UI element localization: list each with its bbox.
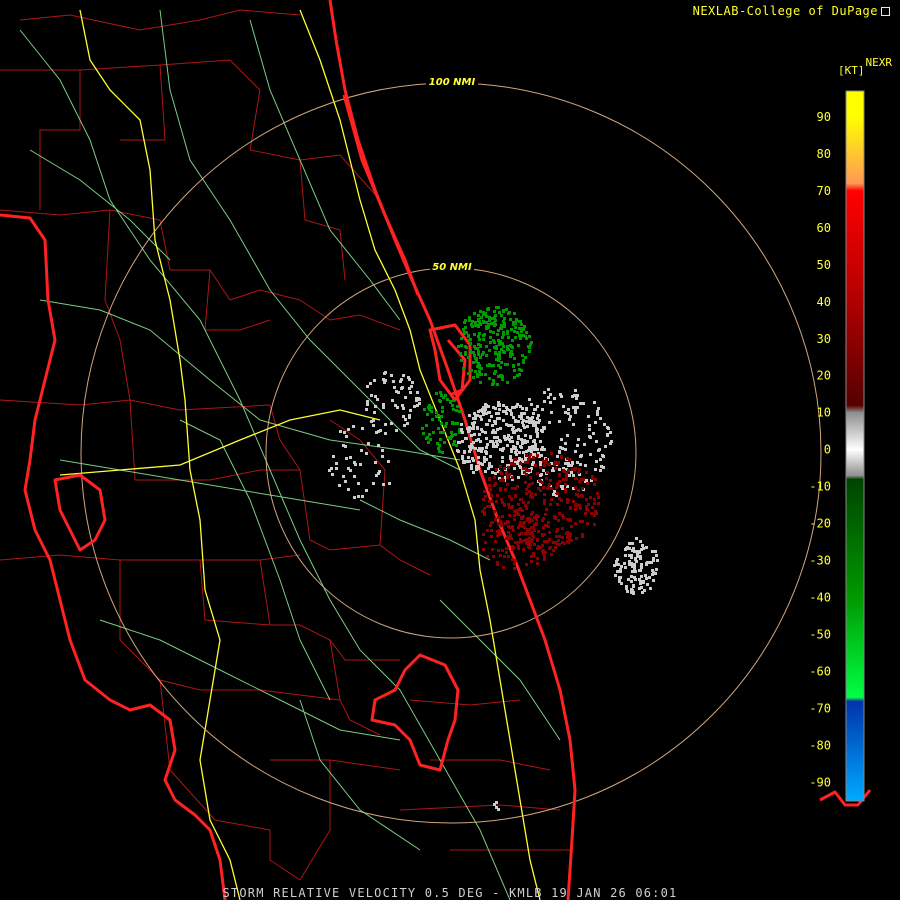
colorbar-tick-label: 70 [817,184,831,198]
ring-50nmi-label: 50 NMI [432,262,472,273]
colorbar-tick-label: -30 [809,554,831,568]
interstate-lines [59,9,541,900]
colorbar-tick-label: 50 [817,258,831,272]
coastline [0,0,872,900]
colorbar-tick-label: 10 [817,406,831,420]
county-lines [0,9,570,881]
external-link-icon [881,7,890,16]
near-zero-returns [493,801,500,811]
ring-100nmi [80,82,822,824]
colorbar-scale [845,90,865,802]
colorbar-tick-label: 90 [817,110,831,124]
near-zero-returns [613,537,659,595]
range-rings [80,82,822,824]
colorbar-tick-label: -10 [809,480,831,494]
radar-map: 100 NMI 50 NMI [0,0,872,900]
credit-label[interactable]: NEXLAB-College of DuPage [693,4,890,18]
unit-label: [KT] [838,64,865,77]
colorbar-tick-label: 60 [817,221,831,235]
inbound-returns [457,306,533,386]
colorbar-tick-label: 20 [817,369,831,383]
colorbar-tick-label: -70 [809,702,831,716]
credit-text: NEXLAB-College of DuPage [692,4,878,18]
product-label: NEXR [865,56,893,69]
colorbar-tick-label: 0 [824,443,831,457]
radar-returns [328,306,659,811]
colorbar-tick-label: -90 [809,776,831,790]
velocity-colorbar: 90 80 70 60 50 40 30 20 10 0 -10 -20 -30 -40 -50 -60 -70… [809,90,865,802]
colorbar-tick-label: -40 [809,591,831,605]
colorbar-tick-label: 40 [817,295,831,309]
colorbar-tick-label: -20 [809,517,831,531]
colorbar-tick-label: -80 [809,739,831,753]
colorbar-tick-label: -60 [809,665,831,679]
product-footer: STORM RELATIVE VELOCITY 0.5 DEG - KMLB 1… [222,886,678,900]
near-zero-returns [365,371,421,432]
colorbar-tick-label: 30 [817,332,831,346]
near-zero-returns [328,424,391,499]
ring-100nmi-label: 100 NMI [429,77,476,88]
colorbar-tick-label: -50 [809,628,831,642]
radar-display: 100 NMI 50 NMI NEXLAB-College of DuPage … [0,0,900,900]
inbound-returns [421,391,461,454]
colorbar-tick-label: 80 [817,147,831,161]
